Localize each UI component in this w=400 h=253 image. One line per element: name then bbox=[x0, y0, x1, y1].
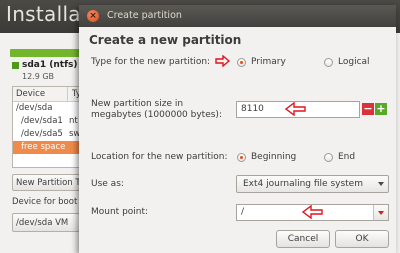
partition-usage-bar bbox=[10, 49, 80, 57]
location-label: Location for the new partition: bbox=[91, 152, 228, 162]
table-row[interactable]: /dev/sda5 sw bbox=[13, 128, 81, 141]
table-cell-device: /dev/sda bbox=[16, 103, 53, 113]
partition-table-header: Device Ty bbox=[13, 87, 81, 102]
plus-icon: + bbox=[376, 102, 386, 115]
ok-button[interactable]: OK bbox=[335, 230, 389, 248]
bootloader-device-label: Device for boot bbox=[12, 197, 78, 207]
table-row-selected[interactable]: free space bbox=[13, 141, 81, 154]
annotation-arrow-left-icon bbox=[284, 102, 306, 116]
dialog-heading: Create a new partition bbox=[89, 33, 242, 47]
radio-beginning[interactable] bbox=[237, 153, 246, 162]
partition-size: 12.9 GB bbox=[22, 72, 55, 81]
dialog-title: Create partition bbox=[107, 10, 182, 21]
increase-size-button[interactable]: + bbox=[375, 103, 387, 115]
partition-color-swatch bbox=[12, 62, 19, 69]
size-label-line2: megabytes (1000000 bytes): bbox=[91, 110, 222, 120]
radio-logical[interactable] bbox=[324, 58, 333, 67]
column-header-device[interactable]: Device bbox=[13, 89, 45, 99]
table-cell-device: /dev/sda1 bbox=[21, 116, 63, 126]
radio-end-label[interactable]: End bbox=[338, 152, 355, 162]
minus-icon: − bbox=[363, 102, 373, 115]
mount-point-dropdown-button[interactable] bbox=[373, 205, 388, 220]
dialog-titlebar: × Create partition bbox=[79, 5, 396, 27]
radio-primary-label[interactable]: Primary bbox=[251, 57, 286, 67]
chevron-down-icon bbox=[378, 182, 384, 186]
partition-name: sda1 (ntfs) bbox=[22, 60, 78, 70]
mount-point-label: Mount point: bbox=[91, 207, 149, 217]
radio-beginning-label[interactable]: Beginning bbox=[251, 152, 296, 162]
annotation-arrow-left-icon bbox=[301, 205, 323, 219]
radio-primary[interactable] bbox=[237, 58, 246, 67]
new-partition-table-button[interactable]: New Partition T bbox=[12, 174, 80, 191]
annotation-arrow-right-icon bbox=[215, 55, 231, 67]
table-cell-type: nt bbox=[69, 116, 78, 126]
filesystem-select[interactable]: Ext4 journaling file system bbox=[236, 175, 389, 193]
table-row[interactable]: /dev/sda bbox=[13, 102, 81, 115]
table-cell-device: free space bbox=[21, 142, 66, 152]
bootloader-device-select[interactable]: /dev/sda VM bbox=[12, 213, 80, 232]
filesystem-value: Ext4 journaling file system bbox=[243, 179, 363, 189]
decrease-size-button[interactable]: − bbox=[362, 103, 374, 115]
radio-end[interactable] bbox=[324, 153, 333, 162]
table-cell-device: /dev/sda5 bbox=[21, 129, 63, 139]
chevron-down-icon bbox=[378, 211, 384, 215]
partition-size-value: 8110 bbox=[241, 104, 264, 114]
use-as-label: Use as: bbox=[91, 179, 124, 189]
table-row[interactable]: /dev/sda1 nt bbox=[13, 115, 81, 128]
mount-point-value: / bbox=[241, 207, 245, 217]
radio-logical-label[interactable]: Logical bbox=[338, 57, 370, 67]
cancel-button[interactable]: Cancel bbox=[276, 230, 330, 248]
type-label: Type for the new partition: bbox=[91, 57, 211, 67]
partition-table[interactable]: Device Ty /dev/sda /dev/sda1 nt /dev/sda5… bbox=[12, 86, 82, 168]
close-icon[interactable]: × bbox=[87, 10, 99, 22]
create-partition-dialog: × Create partition Create a new partitio… bbox=[79, 5, 396, 253]
size-label-line1: New partition size in bbox=[91, 99, 184, 109]
